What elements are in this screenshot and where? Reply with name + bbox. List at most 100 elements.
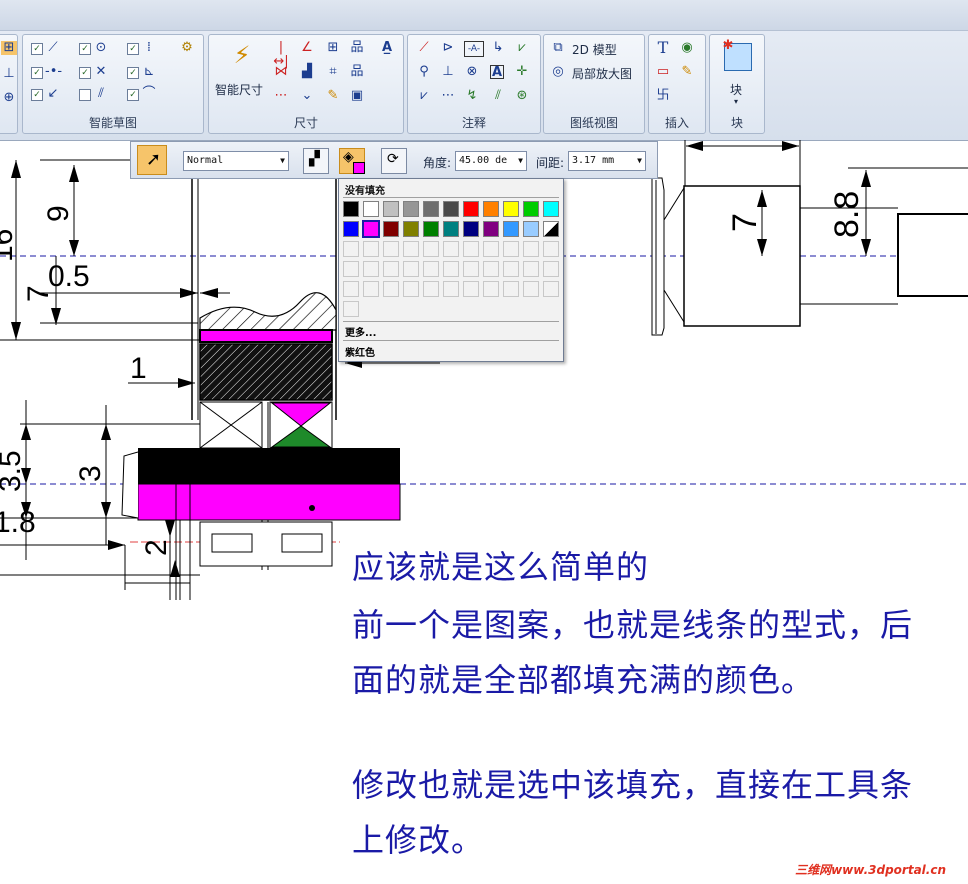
color-swatch[interactable] <box>363 201 379 217</box>
dropdown-icon: ▼ <box>518 156 523 165</box>
custom-color-slot[interactable] <box>483 261 499 277</box>
custom-color-slot[interactable] <box>543 241 559 257</box>
custom-color-slot[interactable] <box>523 241 539 257</box>
fill-style-value: Normal <box>187 155 224 166</box>
fill-style-select[interactable]: Normal ▼ <box>183 151 289 171</box>
spacing-value: 3.17 mm <box>572 155 615 166</box>
shaft-right <box>897 213 968 297</box>
dimension-text: 2 <box>140 539 173 556</box>
custom-color-slot[interactable] <box>503 241 519 257</box>
custom-color-slot[interactable] <box>423 241 439 257</box>
angle-value: 45.00 de <box>459 155 508 166</box>
custom-color-slot[interactable] <box>463 261 479 277</box>
color-swatch[interactable] <box>523 201 539 217</box>
custom-color-slot[interactable] <box>463 281 479 297</box>
custom-color-slot[interactable] <box>443 261 459 277</box>
note-line: 修改也就是选中该填充，直接在工具条 <box>352 766 914 804</box>
color-swatch[interactable] <box>503 221 519 237</box>
custom-color-slot[interactable] <box>363 261 379 277</box>
custom-color-slot[interactable] <box>383 281 399 297</box>
arrow <box>782 141 799 151</box>
black-fill-block <box>138 448 400 484</box>
color-swatch[interactable] <box>443 221 459 237</box>
color-swatch[interactable] <box>403 221 419 237</box>
pattern-button[interactable]: ▞ <box>303 148 329 174</box>
custom-color-slot[interactable] <box>383 261 399 277</box>
color-swatch[interactable] <box>343 221 359 237</box>
custom-color-slot[interactable] <box>483 281 499 297</box>
hatched-block <box>199 343 333 401</box>
color-swatch[interactable] <box>443 201 459 217</box>
spacing-label: 间距: <box>536 156 565 170</box>
custom-color-slot[interactable] <box>343 281 359 297</box>
custom-color-slot[interactable] <box>343 241 359 257</box>
color-swatch[interactable] <box>423 201 439 217</box>
dimension-text: 1.8 <box>0 506 36 539</box>
custom-color-slot[interactable] <box>443 241 459 257</box>
dimension-text: 8.8 <box>828 191 866 238</box>
custom-color-slot[interactable] <box>443 281 459 297</box>
dimension-text: 0.5 <box>48 260 90 293</box>
dimension-text: 9 <box>42 205 75 222</box>
custom-color-slot[interactable] <box>523 281 539 297</box>
color-swatch[interactable] <box>463 201 479 217</box>
select-tool-button[interactable]: ➚ <box>137 145 167 175</box>
custom-color-slot[interactable] <box>343 301 359 317</box>
color-swatch[interactable] <box>543 221 559 237</box>
custom-color-slot[interactable] <box>523 261 539 277</box>
fill-command-bar: ➚ Normal ▼ ▞ ◈ ⟳ 角度: 45.00 de ▼ 间距: 3.17… <box>130 141 658 179</box>
color-swatch[interactable] <box>403 201 419 217</box>
color-swatch[interactable] <box>383 201 399 217</box>
point-marker <box>309 505 315 511</box>
fill-color-swatch <box>353 162 365 174</box>
custom-color-slot[interactable] <box>463 241 479 257</box>
no-fill-option[interactable]: 没有填充 <box>345 182 385 197</box>
custom-color-slot[interactable] <box>403 261 419 277</box>
separator <box>343 321 559 322</box>
arrow <box>51 308 61 325</box>
dropdown-icon: ▼ <box>280 156 285 165</box>
separator <box>343 197 559 198</box>
color-swatch[interactable] <box>463 221 479 237</box>
custom-color-slot[interactable] <box>543 281 559 297</box>
arrow <box>101 424 111 440</box>
color-swatch[interactable] <box>343 201 359 217</box>
angle-label: 角度: <box>423 156 452 170</box>
color-swatch[interactable] <box>543 201 559 217</box>
custom-color-slot[interactable] <box>423 261 439 277</box>
custom-color-slot[interactable] <box>343 261 359 277</box>
angle-input[interactable]: 45.00 de ▼ <box>455 151 527 171</box>
arrow-cursor-icon: ➚ <box>146 149 162 170</box>
color-swatch[interactable] <box>503 201 519 217</box>
spacing-input[interactable]: 3.17 mm ▼ <box>568 151 646 171</box>
custom-color-slot[interactable] <box>503 261 519 277</box>
arrow <box>101 502 111 518</box>
color-swatch[interactable] <box>383 221 399 237</box>
color-swatch[interactable] <box>423 221 439 237</box>
color-swatch[interactable] <box>483 201 499 217</box>
custom-color-slot[interactable] <box>383 241 399 257</box>
custom-color-slot[interactable] <box>403 241 419 257</box>
drawing-canvas[interactable]: 9 7 0.5 16 1 3.5 3 1.8 2 7 8.8 <box>0 0 968 884</box>
custom-color-slot[interactable] <box>363 281 379 297</box>
custom-color-slot[interactable] <box>483 241 499 257</box>
arrow <box>11 160 21 178</box>
arrow <box>165 520 175 537</box>
note-line: 前一个是图案，也就是线条的型式，后 <box>352 606 914 644</box>
custom-color-slot[interactable] <box>503 281 519 297</box>
arrow <box>69 165 79 182</box>
custom-color-slot[interactable] <box>363 241 379 257</box>
custom-color-slot[interactable] <box>403 281 419 297</box>
more-colors-option[interactable]: 更多... <box>345 324 376 339</box>
color-swatch[interactable] <box>483 221 499 237</box>
color-swatch[interactable] <box>523 221 539 237</box>
custom-color-slot[interactable] <box>543 261 559 277</box>
part-outline <box>663 187 685 323</box>
roller <box>211 533 253 553</box>
apply-fill-button[interactable]: ⟳ <box>381 148 407 174</box>
arrow <box>21 424 31 440</box>
fill-color-button[interactable]: ◈ <box>339 148 365 174</box>
hub <box>683 185 801 327</box>
custom-color-slot[interactable] <box>423 281 439 297</box>
color-swatch[interactable] <box>362 220 380 238</box>
